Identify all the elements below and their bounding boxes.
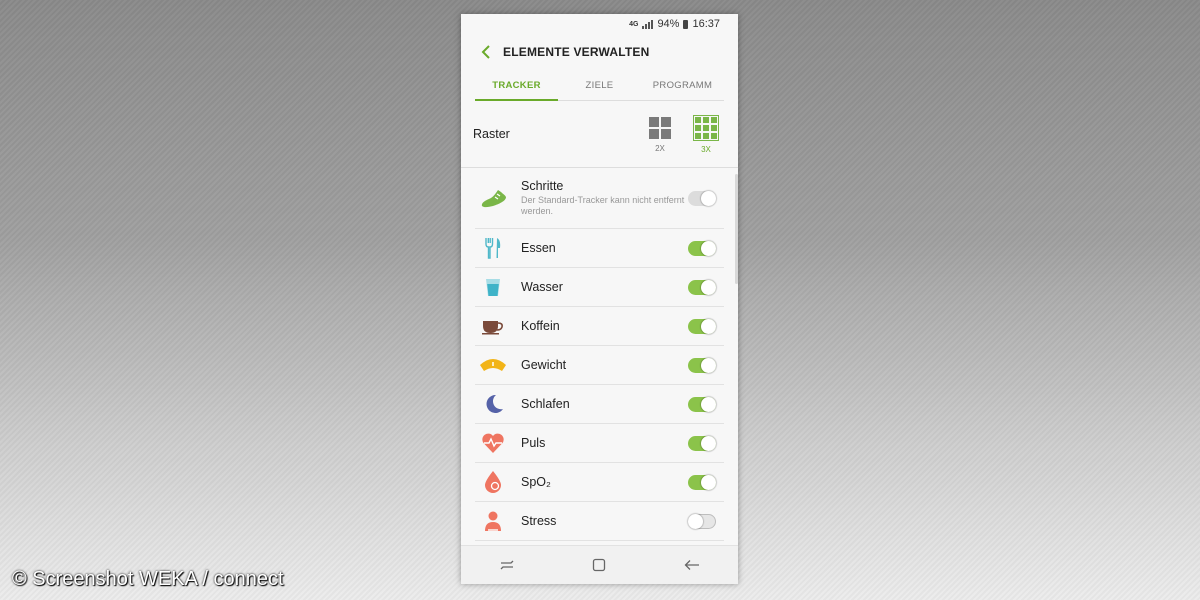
list-item-wasser: Wasser — [475, 268, 724, 307]
signal-icon — [642, 19, 654, 29]
android-nav-bar — [461, 545, 738, 584]
phone-screen: 4G 94% 16:37 ELEMENTE VERWALTEN TRACKER … — [461, 14, 738, 584]
grid-2x-icon — [648, 116, 672, 140]
network-indicator: 4G — [629, 20, 639, 28]
spo2-toggle[interactable] — [688, 474, 716, 490]
list-item-puls: Puls — [475, 424, 724, 463]
back-arrow-icon[interactable] — [677, 550, 707, 580]
tracker-label: SpO₂ — [521, 475, 551, 489]
shoe-icon — [475, 188, 511, 208]
list-item-essen: Essen — [475, 229, 724, 268]
tab-ziele[interactable]: ZIELE — [558, 70, 641, 100]
home-icon[interactable] — [584, 550, 614, 580]
list-item-gewicht: Gewicht — [475, 346, 724, 385]
recent-apps-icon[interactable] — [492, 550, 522, 580]
grid-2x-label: 2X — [655, 143, 665, 153]
stress-person-icon — [475, 510, 511, 532]
tracker-list: Schritte Der Standard-Tracker kann nicht… — [461, 168, 738, 552]
scale-icon — [475, 357, 511, 373]
app-header: ELEMENTE VERWALTEN — [461, 34, 738, 70]
tracker-label: Puls — [521, 436, 546, 450]
tracker-label: Stress — [521, 514, 557, 528]
tab-bar: TRACKER ZIELE PROGRAMM — [475, 70, 724, 101]
tracker-label: Schlafen — [521, 397, 570, 411]
raster-setting: Raster 2X 3X — [461, 101, 738, 168]
grid-3x-icon — [693, 114, 719, 141]
tracker-sublabel: Der Standard-Tracker kann nicht entfernt… — [521, 195, 685, 216]
schlafen-toggle[interactable] — [688, 396, 716, 412]
schritte-toggle — [688, 190, 716, 206]
chevron-left-icon[interactable] — [477, 43, 495, 61]
grid-3x-option[interactable]: 3X — [686, 114, 726, 154]
tracker-label: Essen — [521, 241, 556, 255]
stress-toggle[interactable] — [688, 513, 716, 529]
list-item-stress: Stress — [475, 502, 724, 541]
grid-3x-label: 3X — [701, 144, 711, 154]
koffein-toggle[interactable] — [688, 318, 716, 334]
tab-programm[interactable]: PROGRAMM — [641, 70, 724, 100]
gewicht-toggle[interactable] — [688, 357, 716, 373]
list-item-koffein: Koffein — [475, 307, 724, 346]
tracker-label: Gewicht — [521, 358, 567, 372]
tracker-label: Koffein — [521, 319, 560, 333]
fork-knife-icon — [475, 237, 511, 259]
battery-icon — [683, 19, 689, 29]
heart-pulse-icon — [475, 432, 511, 454]
moon-icon — [475, 393, 511, 415]
raster-label: Raster — [473, 127, 510, 141]
list-item-schritte: Schritte Der Standard-Tracker kann nicht… — [475, 168, 724, 229]
grid-2x-option[interactable]: 2X — [640, 116, 680, 153]
coffee-cup-icon — [475, 317, 511, 335]
tracker-label: Schritte — [521, 179, 564, 193]
blood-drop-icon — [475, 470, 511, 494]
list-item-schlafen: Schlafen — [475, 385, 724, 424]
page-title: ELEMENTE VERWALTEN — [503, 45, 650, 59]
status-bar: 4G 94% 16:37 — [461, 14, 738, 34]
scroll-indicator[interactable] — [735, 174, 738, 284]
tab-tracker[interactable]: TRACKER — [475, 70, 558, 101]
water-glass-icon — [475, 277, 511, 297]
puls-toggle[interactable] — [688, 435, 716, 451]
essen-toggle[interactable] — [688, 240, 716, 256]
tracker-label: Wasser — [521, 280, 563, 294]
wasser-toggle[interactable] — [688, 279, 716, 295]
clock: 16:37 — [692, 18, 720, 30]
battery-percent: 94% — [657, 18, 680, 30]
list-item-spo2: SpO₂ — [475, 463, 724, 502]
copyright-watermark: © Screenshot WEKA / connect — [12, 568, 284, 590]
